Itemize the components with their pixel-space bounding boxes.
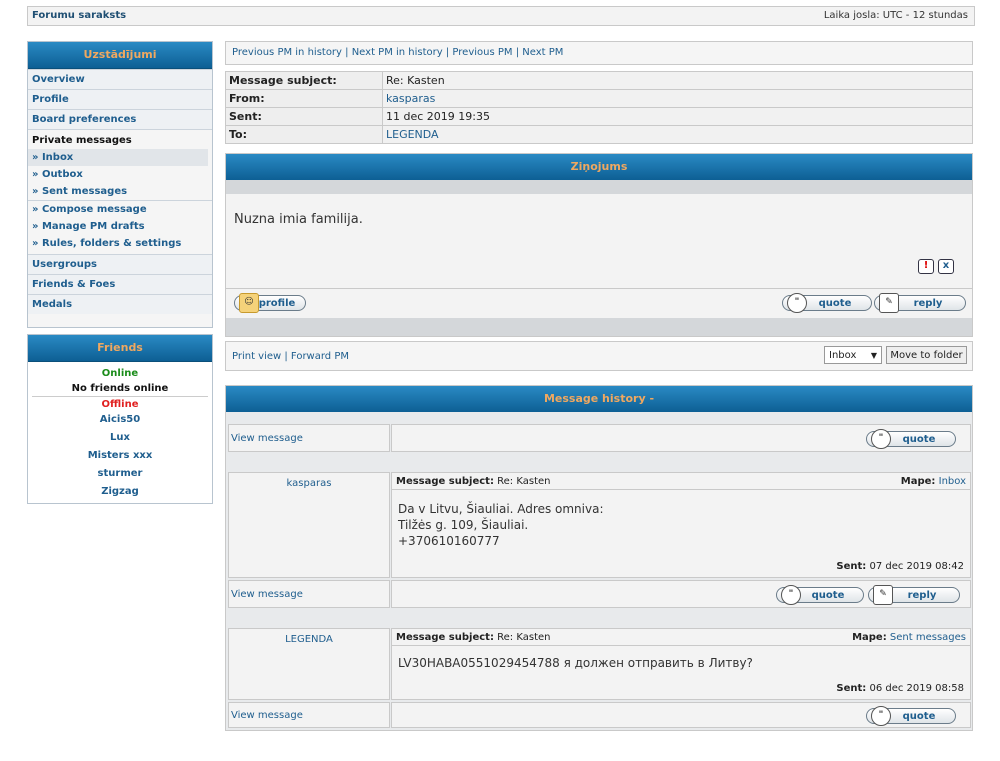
history-body-line: Tilžės g. 109, Šiauliai.: [398, 518, 529, 532]
friends-panel: Friends Online No friends online Offline…: [27, 334, 213, 504]
quote-button-label: quote: [811, 590, 845, 601]
timezone-label: Laika josla: UTC - 12 stundas: [823, 10, 968, 21]
profile-button-label: profile: [258, 298, 296, 309]
nav-profile[interactable]: Profile: [28, 89, 212, 109]
nav-overview[interactable]: Overview: [28, 69, 212, 89]
friend-link[interactable]: sturmer: [28, 466, 212, 481]
history-subject-label: Message subject:: [396, 632, 494, 643]
history-body-line: LV30HABA0551029454788 я должен отправить…: [398, 656, 753, 670]
message-header: Ziņojums: [226, 154, 972, 180]
subject-value: Re: Kasten: [382, 71, 973, 90]
from-value[interactable]: kasparas: [382, 89, 973, 108]
view-message-link[interactable]: View message: [231, 710, 303, 721]
move-to-folder-button[interactable]: Move to folder: [886, 346, 967, 364]
friend-link[interactable]: Lux: [28, 430, 212, 445]
reply-button[interactable]: ✎ reply: [868, 585, 960, 605]
nav-usergroups[interactable]: Usergroups: [28, 254, 212, 274]
chevron-down-icon: ▼: [870, 351, 877, 360]
history-sent-label: Sent:: [836, 561, 867, 572]
friend-link[interactable]: Misters xxx: [28, 448, 212, 463]
reply-button[interactable]: ✎ reply: [874, 293, 966, 313]
nav-compose-message[interactable]: » Compose message: [28, 201, 212, 218]
history-folder-label: Mape:: [900, 476, 936, 487]
private-messages-label: Private messages: [32, 135, 132, 146]
history-author-cell: kasparas: [228, 472, 390, 578]
history-folder-label: Mape:: [852, 632, 887, 643]
folder-select-value: Inbox: [829, 350, 857, 361]
quote-button[interactable]: " quote: [782, 293, 872, 313]
settings-panel-title: Uzstādījumi: [28, 42, 212, 69]
nav-sent-messages[interactable]: » Sent messages: [28, 183, 212, 200]
nav-manage-drafts[interactable]: » Manage PM drafts: [28, 218, 212, 235]
quote-button-label: quote: [902, 711, 936, 722]
history-folder[interactable]: Inbox: [939, 476, 966, 487]
quote-icon: ": [871, 429, 891, 449]
nav-medals[interactable]: Medals: [28, 294, 212, 314]
history-subject: Re: Kasten: [497, 632, 551, 643]
user-icon: ☺: [239, 293, 259, 313]
reply-button-label: reply: [907, 590, 937, 601]
forum-index-link[interactable]: Forumu saraksts: [32, 10, 126, 21]
quote-icon: ": [787, 293, 807, 313]
history-subject: Re: Kasten: [497, 476, 551, 487]
quote-button[interactable]: " quote: [866, 706, 956, 726]
friend-link[interactable]: Aicis50: [28, 412, 212, 427]
to-label: To:: [225, 125, 383, 144]
reply-icon: ✎: [879, 293, 899, 313]
message-body: Nuzna imia familija.: [234, 212, 363, 227]
sent-label: Sent:: [225, 107, 383, 126]
history-message-cell: Message subject: Re: Kasten Mape: Inbox …: [391, 472, 971, 578]
nav-friends-foes[interactable]: Friends & Foes: [28, 274, 212, 294]
nav-inbox[interactable]: » Inbox: [28, 149, 208, 166]
sent-value: 11 dec 2019 19:35: [382, 107, 973, 126]
history-header: Message history -: [226, 386, 972, 412]
delete-icon[interactable]: x: [938, 259, 954, 274]
history-body-line: +370610160777: [398, 534, 500, 548]
history-sent-label: Sent:: [836, 683, 867, 694]
no-friends-online: No friends online: [32, 381, 208, 397]
quote-button[interactable]: " quote: [776, 585, 864, 605]
from-label: From:: [225, 89, 383, 108]
reply-icon: ✎: [873, 585, 893, 605]
nav-rules-folders[interactable]: » Rules, folders & settings: [28, 235, 212, 252]
actions-bar: Print view | Forward PM Inbox ▼ Move to …: [225, 341, 973, 371]
message-info-table: Message subject: Re: Kasten From: kasparas…: [225, 71, 973, 144]
profile-button[interactable]: ☺ profile: [234, 293, 306, 313]
online-label: Online: [101, 368, 139, 379]
friend-link[interactable]: Zigzag: [28, 484, 212, 499]
quote-icon: ": [781, 585, 801, 605]
history-message-cell: Message subject: Re: Kasten Mape: Sent m…: [391, 628, 971, 700]
history-author-cell: LEGENDA: [228, 628, 390, 700]
message-history-panel: Message history - View message " quote k…: [225, 385, 973, 731]
view-message-link[interactable]: View message: [231, 433, 303, 444]
offline-label: Offline: [101, 399, 139, 410]
settings-panel: Uzstādījumi Overview Profile Board prefe…: [27, 41, 213, 328]
pm-navigation: Previous PM in history | Next PM in hist…: [225, 41, 973, 65]
nav-board-preferences[interactable]: Board preferences: [28, 109, 212, 129]
friends-panel-title: Friends: [28, 335, 212, 362]
folder-select[interactable]: Inbox ▼: [824, 346, 882, 364]
quote-button-label: quote: [818, 298, 852, 309]
report-icon[interactable]: !: [918, 259, 934, 274]
quote-button-label: quote: [902, 434, 936, 445]
history-subject-label: Message subject:: [396, 476, 494, 487]
quote-button[interactable]: " quote: [866, 429, 956, 449]
history-sent: 07 dec 2019 08:42: [869, 561, 964, 572]
view-message-link[interactable]: View message: [231, 589, 303, 600]
history-folder[interactable]: Sent messages: [890, 632, 966, 643]
pm-history-links[interactable]: Previous PM in history | Next PM in hist…: [232, 47, 563, 58]
to-value[interactable]: LEGENDA: [382, 125, 973, 144]
message-panel: Ziņojums Nuzna imia familija. ! x ☺ prof…: [225, 153, 973, 337]
subject-label: Message subject:: [225, 71, 383, 90]
breadcrumb-bar: Forumu saraksts Laika josla: UTC - 12 st…: [27, 6, 975, 26]
print-forward-links[interactable]: Print view | Forward PM: [232, 351, 349, 362]
history-author[interactable]: kasparas: [229, 478, 389, 489]
history-body-line: Da v Litvu, Šiauliai. Adres omniva:: [398, 502, 604, 516]
nav-outbox[interactable]: » Outbox: [28, 166, 212, 183]
history-author[interactable]: LEGENDA: [229, 634, 389, 645]
history-sent: 06 dec 2019 08:58: [869, 683, 964, 694]
reply-button-label: reply: [913, 298, 943, 309]
quote-icon: ": [871, 706, 891, 726]
